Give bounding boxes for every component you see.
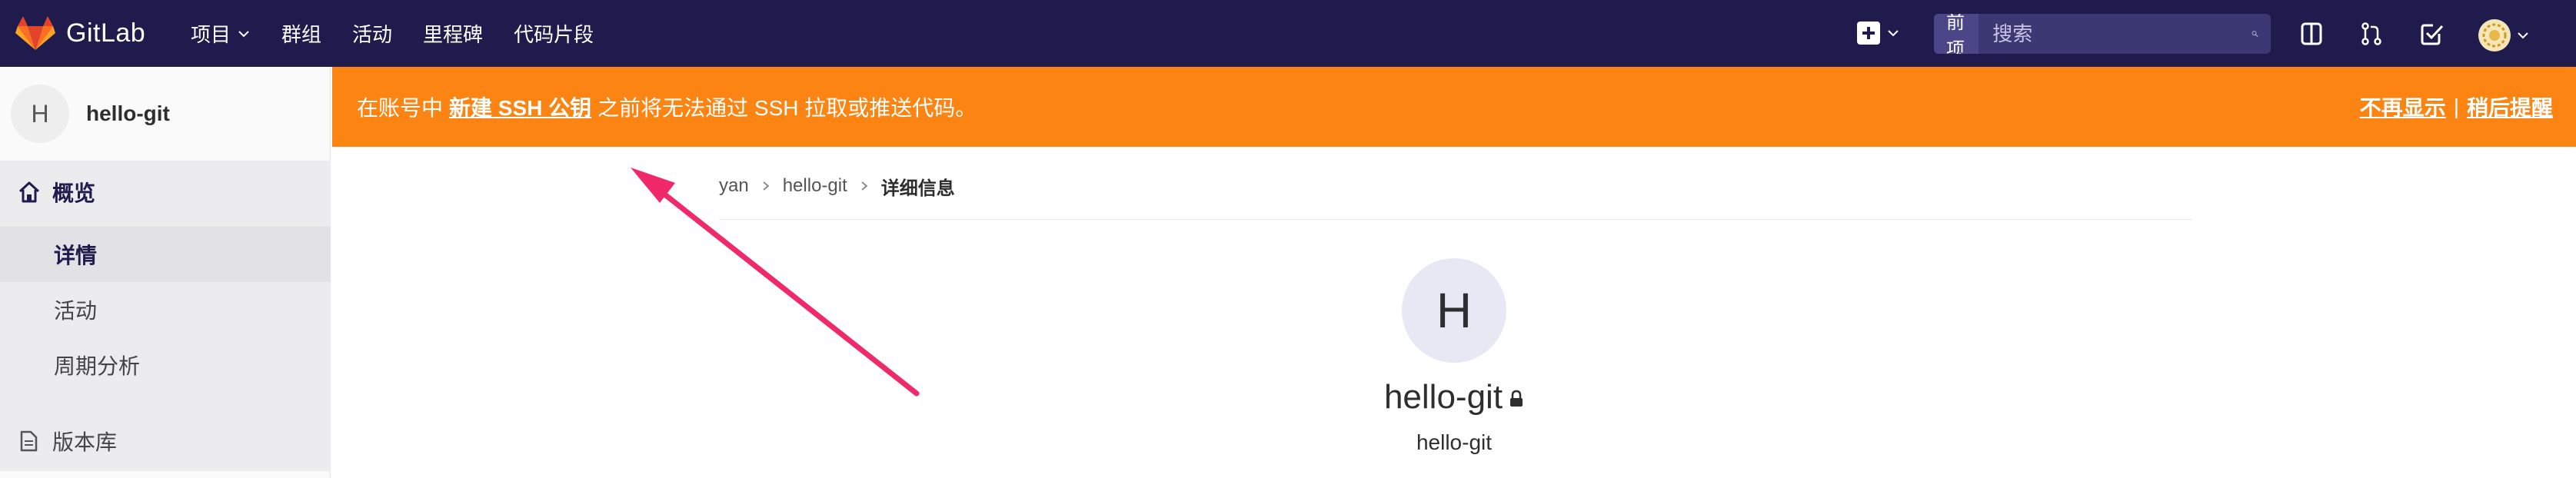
sidebar-item-repository-label: 版本库: [52, 430, 118, 454]
chevron-down-icon: [2518, 32, 2528, 39]
sidebar-item-overview[interactable]: 概览: [0, 161, 331, 224]
search-icon[interactable]: [2252, 22, 2258, 46]
annotation-arrow-head: [631, 168, 675, 203]
banner-suffix: 之前将无法通过 SSH 拉取或推送代码。: [597, 96, 977, 120]
search-scope-chip[interactable]: 当前项目: [1934, 14, 1979, 54]
project-name: hello-git: [86, 101, 170, 125]
user-menu-dropdown[interactable]: [2478, 18, 2530, 52]
nav-milestones-label: 里程碑: [423, 23, 484, 46]
sidebar-subitem-activity[interactable]: 活动: [0, 282, 331, 337]
annotation-arrow-shaft: [649, 181, 920, 397]
chevron-right-icon: [861, 181, 868, 191]
nav-milestones[interactable]: 里程碑: [423, 19, 483, 48]
user-avatar-icon: [2478, 19, 2511, 51]
plus-icon: [1857, 22, 1880, 45]
nav-activity-label: 活动: [352, 23, 393, 46]
main-nav-menu: 项目 群组 活动 里程碑 代码片段: [191, 0, 624, 67]
gitlab-home-link[interactable]: GitLab: [15, 15, 145, 51]
nav-snippets[interactable]: 代码片段: [514, 19, 594, 48]
chevron-right-icon: [763, 181, 770, 191]
banner-message: 在账号中 新建 SSH 公钥 之前将无法通过 SSH 拉取或推送代码。: [357, 67, 977, 147]
sidebar-project-header[interactable]: H hello-git: [0, 67, 331, 161]
banner-separator: |: [2453, 95, 2459, 118]
breadcrumb-project[interactable]: hello-git: [783, 175, 847, 197]
project-avatar: H: [11, 85, 69, 143]
search-box: 当前项目: [1934, 14, 2271, 54]
new-item-dropdown[interactable]: [1857, 22, 1900, 45]
add-ssh-key-link[interactable]: 新建 SSH 公钥: [449, 91, 591, 122]
breadcrumb-current: 详细信息: [880, 178, 955, 199]
merge-request-icon[interactable]: [2358, 20, 2385, 48]
remind-later-link[interactable]: 稍后提醒: [2467, 91, 2553, 122]
nav-projects-label: 项目: [191, 23, 231, 46]
nav-activity[interactable]: 活动: [352, 19, 392, 48]
breadcrumb-divider: [719, 219, 2192, 220]
nav-groups-label: 群组: [281, 23, 322, 46]
todo-check-icon[interactable]: [2418, 20, 2445, 48]
sidebar-subitem-details[interactable]: 详情: [0, 227, 331, 282]
brand-name: GitLab: [66, 18, 146, 48]
nav-groups[interactable]: 群组: [281, 19, 321, 48]
search-input[interactable]: [1979, 14, 2252, 54]
project-title: hello-git: [1307, 378, 1601, 424]
chevron-down-icon: [1888, 30, 1899, 37]
sidebar-item-repository[interactable]: 版本库: [0, 409, 331, 473]
breadcrumb: yan hello-git 详细信息: [719, 171, 955, 201]
sidebar-item-overview-label: 概览: [52, 181, 96, 205]
banner-prefix: 在账号中: [357, 96, 444, 120]
project-avatar-large: H: [1402, 258, 1506, 363]
nav-projects[interactable]: 项目: [191, 19, 251, 48]
project-subtitle: hello-git: [1416, 430, 1493, 454]
document-icon: [20, 430, 38, 452]
sidebar-toggle-icon[interactable]: [2298, 20, 2325, 48]
gitlab-logo-icon: [15, 16, 55, 50]
breadcrumb-user[interactable]: yan: [719, 175, 749, 197]
chevron-down-icon: [238, 30, 249, 37]
home-icon: [18, 181, 40, 203]
ssh-key-warning-banner: 在账号中 新建 SSH 公钥 之前将无法通过 SSH 拉取或推送代码。 不再显示…: [332, 67, 2576, 147]
top-navbar: GitLab 项目 群组 活动 里程碑 代码片段 当前项目: [0, 0, 2576, 67]
sidebar-subitem-cycle-analytics[interactable]: 周期分析: [0, 337, 331, 393]
banner-actions: 不再显示 | 稍后提醒: [2360, 67, 2553, 147]
dont-show-again-link[interactable]: 不再显示: [2360, 91, 2446, 122]
project-title-text: hello-git: [1383, 378, 1503, 416]
lock-icon: [1510, 390, 1523, 407]
project-sidebar: H hello-git 概览 详情 活动 周期分析 版本库: [0, 67, 331, 478]
nav-snippets-label: 代码片段: [514, 23, 594, 46]
